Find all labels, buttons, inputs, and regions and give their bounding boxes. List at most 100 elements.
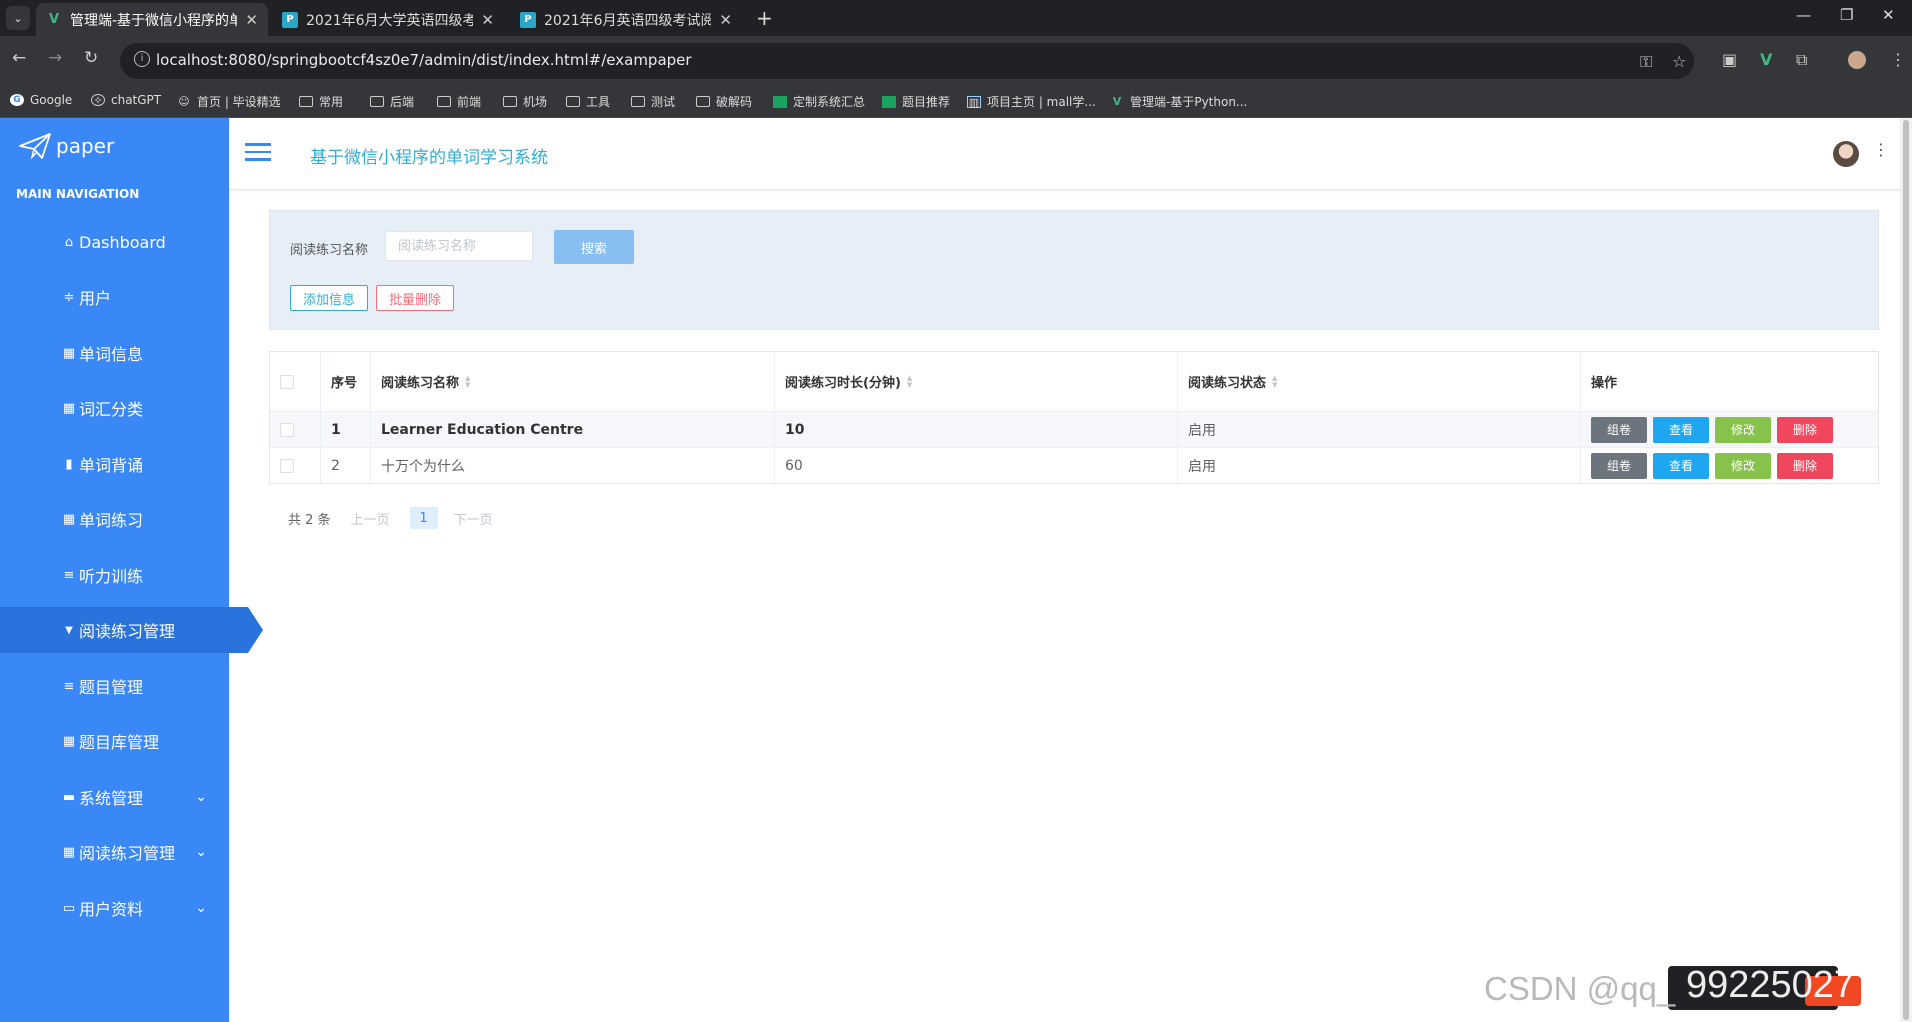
- browser-tab-3[interactable]: P 2021年6月英语四级考试阅读理 ✕: [510, 3, 742, 36]
- prev-page-button[interactable]: 上一页: [351, 509, 390, 528]
- column-header-duration[interactable]: 阅读练习时长(分钟) ▲ ▼: [774, 352, 1177, 411]
- bookmark-star-icon[interactable]: ☆: [1672, 52, 1686, 71]
- delete-button[interactable]: 删除: [1777, 416, 1833, 443]
- table-row[interactable]: 2 十万个为什么 60 启用 组卷 查看 修改 删除: [270, 447, 1878, 483]
- sidebar-item-reading-mgmt-group[interactable]: ▦ 阅读练习管理 ⌄: [0, 829, 229, 875]
- sidebar-item-users[interactable]: ≑ 用户: [0, 274, 229, 320]
- close-icon[interactable]: ✕: [481, 11, 494, 29]
- tab-search-button[interactable]: ⌄: [6, 6, 30, 30]
- batch-delete-button[interactable]: 批量删除: [376, 285, 454, 311]
- bookmark-folder[interactable]: 前端: [437, 93, 481, 110]
- row-duration: 10: [774, 412, 1177, 447]
- window-close-icon[interactable]: ✕: [1882, 6, 1895, 24]
- sidebar-item-system-mgmt[interactable]: ▬ 系统管理 ⌄: [0, 774, 229, 820]
- folder-icon: [566, 96, 580, 107]
- sheet-icon: [773, 95, 787, 108]
- sidebar-item-word-info[interactable]: ▦ 单词信息: [0, 330, 229, 376]
- sidebar-item-word-recite[interactable]: ▮ 单词背诵: [0, 441, 229, 487]
- sort-icon[interactable]: ▲ ▼: [465, 374, 470, 389]
- folder-icon: [299, 96, 313, 107]
- back-icon[interactable]: ←: [12, 48, 26, 68]
- sidebar-item-dashboard[interactable]: ⌂ Dashboard: [0, 219, 229, 265]
- logo-text: paper: [56, 134, 115, 158]
- pagination: 共 2 条 上一页 1 下一页: [288, 507, 513, 529]
- sort-icon[interactable]: ▲ ▼: [1272, 374, 1277, 389]
- bookmark-folder[interactable]: 测试: [631, 93, 675, 110]
- view-button[interactable]: 查看: [1653, 416, 1709, 443]
- vue-icon: V: [48, 12, 60, 27]
- minimize-icon[interactable]: —: [1796, 6, 1811, 24]
- more-icon[interactable]: ⋮: [1873, 140, 1889, 159]
- reload-icon[interactable]: ↻: [84, 48, 98, 68]
- app-header: 基于微信小程序的单词学习系统 ⋮: [229, 118, 1912, 190]
- bookmark-vue[interactable]: V 管理端-基于Python...: [1110, 93, 1248, 110]
- row-checkbox[interactable]: [280, 422, 294, 437]
- next-page-button[interactable]: 下一页: [454, 509, 493, 528]
- select-all-checkbox[interactable]: [280, 374, 294, 389]
- bookmark-sheet[interactable]: 题目推荐: [882, 93, 950, 110]
- page-scrollbar[interactable]: [1900, 118, 1912, 1022]
- profile-avatar-icon[interactable]: [1848, 51, 1866, 69]
- site-info-icon[interactable]: i: [134, 51, 150, 67]
- bookmark-folder[interactable]: 机场: [503, 93, 547, 110]
- search-button[interactable]: 搜索: [554, 230, 634, 264]
- select-all-cell: [270, 352, 320, 411]
- row-duration: 60: [774, 448, 1177, 483]
- compose-paper-button[interactable]: 组卷: [1591, 416, 1647, 443]
- sidebar-item-reading-mgmt[interactable]: ▼ 阅读练习管理: [0, 607, 263, 653]
- sidebar-item-listening[interactable]: ≡ 听力训练: [0, 552, 229, 598]
- bookmark-sheet[interactable]: 定制系统汇总: [773, 93, 865, 110]
- column-header-name[interactable]: 阅读练习名称 ▲ ▼: [370, 352, 774, 411]
- bookmark-folder[interactable]: 工具: [566, 93, 610, 110]
- url-text[interactable]: localhost:8080/springbootcf4sz0e7/admin/…: [156, 51, 692, 69]
- scrollbar-thumb[interactable]: [1903, 120, 1909, 1020]
- avatar[interactable]: [1833, 141, 1859, 167]
- paper-plane-icon: [19, 133, 51, 160]
- restore-icon[interactable]: ❐: [1840, 6, 1853, 24]
- sidebar-item-question-mgmt[interactable]: ≡ 题目管理: [0, 663, 229, 709]
- row-checkbox[interactable]: [280, 458, 294, 473]
- close-icon[interactable]: ✕: [245, 11, 258, 29]
- extensions-puzzle-icon[interactable]: ⧉: [1796, 50, 1807, 70]
- bookmark-folder[interactable]: 后端: [370, 93, 414, 110]
- sidebar-item-user-profile[interactable]: ▭ 用户资料 ⌄: [0, 885, 229, 931]
- extension-icon[interactable]: ▣: [1722, 50, 1737, 69]
- bookmark-site[interactable]: ☺ 首页 | 毕设精选: [177, 93, 280, 110]
- column-header-status[interactable]: 阅读练习状态 ▲ ▼: [1177, 352, 1580, 411]
- sidebar-item-vocab-category[interactable]: ▦ 词汇分类: [0, 385, 229, 431]
- bookmark-site[interactable]: ▥ 项目主页 | mall学...: [967, 93, 1096, 110]
- view-button[interactable]: 查看: [1653, 452, 1709, 479]
- bookmark-chatgpt[interactable]: ✧ chatGPT: [91, 93, 161, 107]
- logo[interactable]: paper: [18, 132, 114, 160]
- tab-title: 2021年6月大学英语四级考试阅: [306, 12, 474, 29]
- sidebar-item-label: 题目管理: [79, 678, 144, 697]
- vue-icon: V: [1112, 94, 1122, 108]
- delete-button[interactable]: 删除: [1777, 452, 1833, 479]
- sidebar-item-word-practice[interactable]: ▦ 单词练习: [0, 496, 229, 542]
- menu-toggle-icon[interactable]: [245, 143, 271, 161]
- browser-tab-2[interactable]: P 2021年6月大学英语四级考试阅 ✕: [272, 3, 504, 36]
- password-key-icon[interactable]: ⚿: [1640, 52, 1652, 72]
- forward-icon[interactable]: →: [48, 48, 62, 68]
- new-tab-button[interactable]: +: [756, 6, 773, 30]
- grid-icon: ▦: [62, 844, 76, 860]
- omnibox[interactable]: i localhost:8080/springbootcf4sz0e7/admi…: [120, 43, 1694, 79]
- sidebar-item-question-bank[interactable]: ▦ 题目库管理: [0, 718, 229, 764]
- close-icon[interactable]: ✕: [719, 11, 732, 29]
- edit-button[interactable]: 修改: [1715, 416, 1771, 443]
- row-actions: 组卷 查看 修改 删除: [1580, 412, 1878, 447]
- bookmark-folder[interactable]: 常用: [299, 93, 343, 110]
- add-button[interactable]: 添加信息: [290, 285, 368, 311]
- bookmark-google[interactable]: G Google: [10, 93, 72, 107]
- page-number-current[interactable]: 1: [409, 507, 438, 529]
- compose-paper-button[interactable]: 组卷: [1591, 452, 1647, 479]
- bookmark-label: 题目推荐: [902, 95, 951, 109]
- bookmark-folder[interactable]: 破解码: [696, 93, 752, 110]
- sort-icon[interactable]: ▲ ▼: [907, 374, 912, 389]
- vue-devtools-icon[interactable]: V: [1760, 50, 1772, 69]
- browser-tab-1[interactable]: V 管理端-基于微信小程序的单词 ✕: [36, 3, 268, 36]
- table-row[interactable]: 1 Learner Education Centre 10 启用 组卷 查看 修…: [270, 411, 1878, 447]
- edit-button[interactable]: 修改: [1715, 452, 1771, 479]
- search-input[interactable]: [385, 231, 533, 261]
- browser-menu-icon[interactable]: ⋮: [1890, 50, 1906, 69]
